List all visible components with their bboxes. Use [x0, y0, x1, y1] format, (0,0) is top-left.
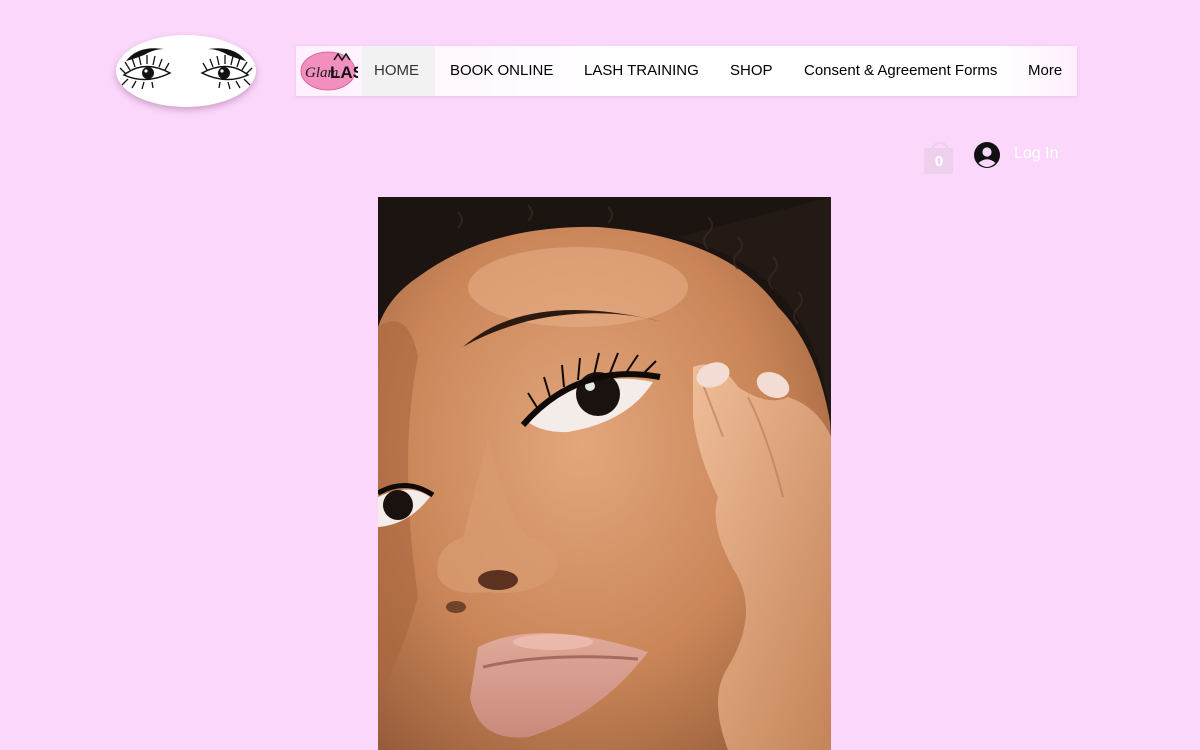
hero-portrait-image [378, 197, 831, 750]
nav-item-more[interactable]: More [1028, 46, 1062, 96]
nav-item-shop[interactable]: SHOP [730, 46, 773, 96]
glam-lash-logo-icon[interactable]: Glam LASH [300, 50, 358, 92]
main-nav: Glam LASH HOME BOOK ONLINE LASH TRAINING… [296, 46, 1077, 96]
nav-logo-lash-text: LASH [330, 63, 358, 82]
nav-item-book-online[interactable]: BOOK ONLINE [450, 46, 553, 96]
nav-item-home[interactable]: HOME [362, 46, 435, 96]
cart-count: 0 [934, 153, 944, 170]
cart-button[interactable]: 0 [923, 142, 955, 175]
lash-eyes-logo-icon[interactable] [116, 35, 256, 107]
login-label: Log In [1014, 145, 1059, 162]
user-avatar-icon [974, 142, 1000, 168]
nav-item-lash-training[interactable]: LASH TRAINING [584, 46, 699, 96]
page: Glam LASH HOME BOOK ONLINE LASH TRAINING… [0, 0, 1200, 750]
nav-item-consent-forms[interactable]: Consent & Agreement Forms [804, 46, 997, 96]
